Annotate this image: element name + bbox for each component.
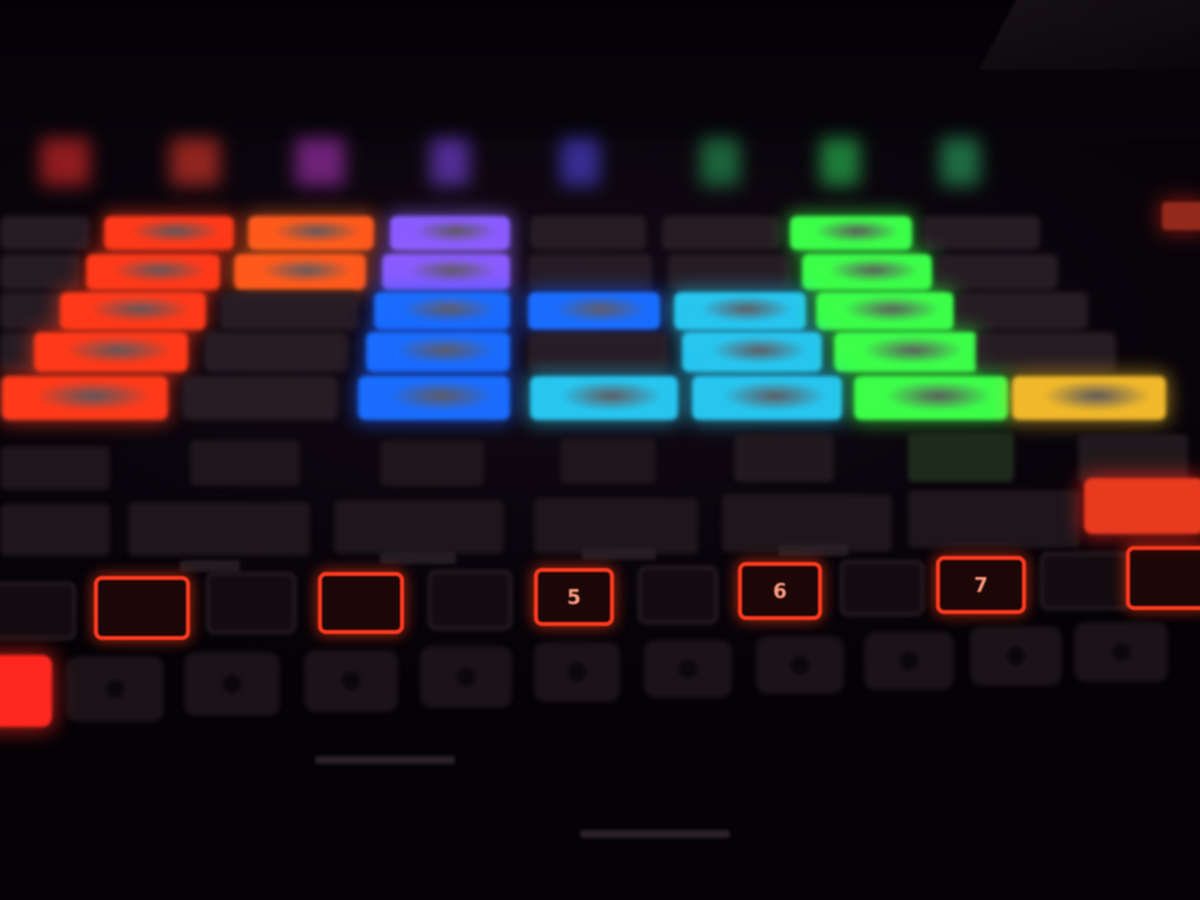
number-button-left-edge[interactable]: [0, 582, 76, 640]
pad-button-lower-8[interactable]: [864, 632, 954, 690]
number-button-11[interactable]: [1126, 546, 1200, 610]
pad-r1-c7[interactable]: [790, 216, 912, 250]
pad-button-lower-9[interactable]: [970, 626, 1062, 686]
scene-button-7[interactable]: [1078, 434, 1188, 482]
pad-r3-c6[interactable]: [674, 292, 806, 330]
pad-button-lower-7[interactable]: [756, 636, 844, 694]
scene-button-2[interactable]: [190, 440, 300, 486]
pad-button-lower-5[interactable]: [534, 642, 620, 702]
pad-r1-c6[interactable]: [662, 216, 780, 250]
pad-button-lower-6[interactable]: [644, 640, 732, 698]
scene-button-9[interactable]: [128, 502, 310, 556]
number-button-9[interactable]: 7: [936, 556, 1026, 614]
pad-r3-c3[interactable]: [220, 292, 358, 330]
pad-r5-c3[interactable]: [182, 376, 338, 420]
pad-r5-c6[interactable]: [692, 376, 842, 420]
pad-r3-c2[interactable]: [60, 292, 206, 330]
scene-button-5[interactable]: [734, 434, 834, 482]
pad-r3-c1[interactable]: [0, 292, 66, 330]
scene-button-6[interactable]: [908, 432, 1014, 482]
scene-button-1[interactable]: [0, 446, 110, 490]
number-button-5[interactable]: 5: [534, 568, 614, 626]
pad-r1-c3[interactable]: [248, 216, 374, 250]
number-button-8[interactable]: [840, 560, 924, 616]
pad-r4-c2[interactable]: [34, 332, 188, 372]
pad-r4-c3[interactable]: [204, 332, 348, 372]
left-edge-button[interactable]: [0, 655, 52, 727]
pad-r2-c5[interactable]: [528, 254, 652, 290]
pad-button-lower-10[interactable]: [1074, 622, 1168, 682]
pad-r3-c7[interactable]: [816, 292, 954, 330]
mode-label-strip: [778, 544, 848, 556]
pad-button-lower-1[interactable]: [66, 656, 164, 722]
pad-r4-c5[interactable]: [528, 332, 668, 372]
scene-button-10[interactable]: [334, 500, 504, 554]
pad-r4-c6[interactable]: [682, 332, 822, 372]
pad-button-lower-3[interactable]: [304, 650, 398, 712]
pad-r1-c5[interactable]: [530, 216, 646, 250]
scene-button-8[interactable]: [0, 504, 110, 556]
pad-r1-c8[interactable]: [922, 216, 1040, 250]
pad-r2-c8[interactable]: [936, 254, 1058, 290]
mode-label-strip: [582, 548, 656, 560]
number-button-2[interactable]: [206, 572, 296, 634]
pad-r3-c8[interactable]: [956, 292, 1088, 330]
right-edge-button[interactable]: [1084, 478, 1200, 534]
number-button-label: 5: [567, 585, 581, 609]
pad-r2-c4[interactable]: [382, 254, 510, 290]
pad-r4-c7[interactable]: [834, 332, 978, 372]
pad-r2-c2[interactable]: [86, 254, 220, 290]
pad-r5-c5[interactable]: [530, 376, 678, 420]
pad-button-lower-4[interactable]: [420, 646, 512, 708]
fader-slot: [580, 830, 730, 838]
top-right-indicator: [1162, 202, 1200, 230]
pad-r3-c4[interactable]: [374, 292, 510, 330]
fader-slot: [315, 756, 455, 764]
pad-r5-c2[interactable]: [2, 376, 168, 420]
pad-r1-c1[interactable]: [0, 216, 90, 250]
scene-button-3[interactable]: [380, 440, 484, 486]
pad-r5-c7[interactable]: [854, 376, 1008, 420]
number-button-4[interactable]: [428, 570, 512, 630]
number-button-3[interactable]: [318, 572, 404, 634]
pad-r4-c8[interactable]: [976, 332, 1116, 372]
number-button-1[interactable]: [94, 576, 190, 640]
scene-button-11[interactable]: [534, 498, 698, 554]
pad-r5-c4[interactable]: [358, 376, 510, 420]
number-button-10[interactable]: [1040, 552, 1130, 610]
pad-button-lower-2[interactable]: [184, 652, 280, 716]
pad-r3-c5[interactable]: [528, 292, 660, 330]
pad-r5-c8[interactable]: [1012, 376, 1166, 420]
pad-r2-c6[interactable]: [668, 254, 792, 290]
number-button-label: 6: [773, 579, 787, 603]
mode-label-strip: [180, 560, 240, 572]
pad-r2-c1[interactable]: [0, 254, 80, 290]
number-button-6[interactable]: [638, 566, 718, 624]
drum-pad-controller-photo: 5 6 7: [0, 0, 1200, 900]
pad-r2-c7[interactable]: [802, 254, 932, 290]
scene-button-4[interactable]: [560, 438, 656, 484]
number-button-label: 7: [974, 573, 988, 597]
pad-r1-c2[interactable]: [104, 216, 234, 250]
number-button-7[interactable]: 6: [738, 562, 822, 620]
scene-button-13[interactable]: [908, 490, 1080, 548]
pad-r1-c4[interactable]: [390, 216, 510, 250]
pad-r4-c4[interactable]: [366, 332, 510, 372]
pad-r2-c3[interactable]: [234, 254, 366, 290]
mode-label-strip: [380, 552, 456, 564]
